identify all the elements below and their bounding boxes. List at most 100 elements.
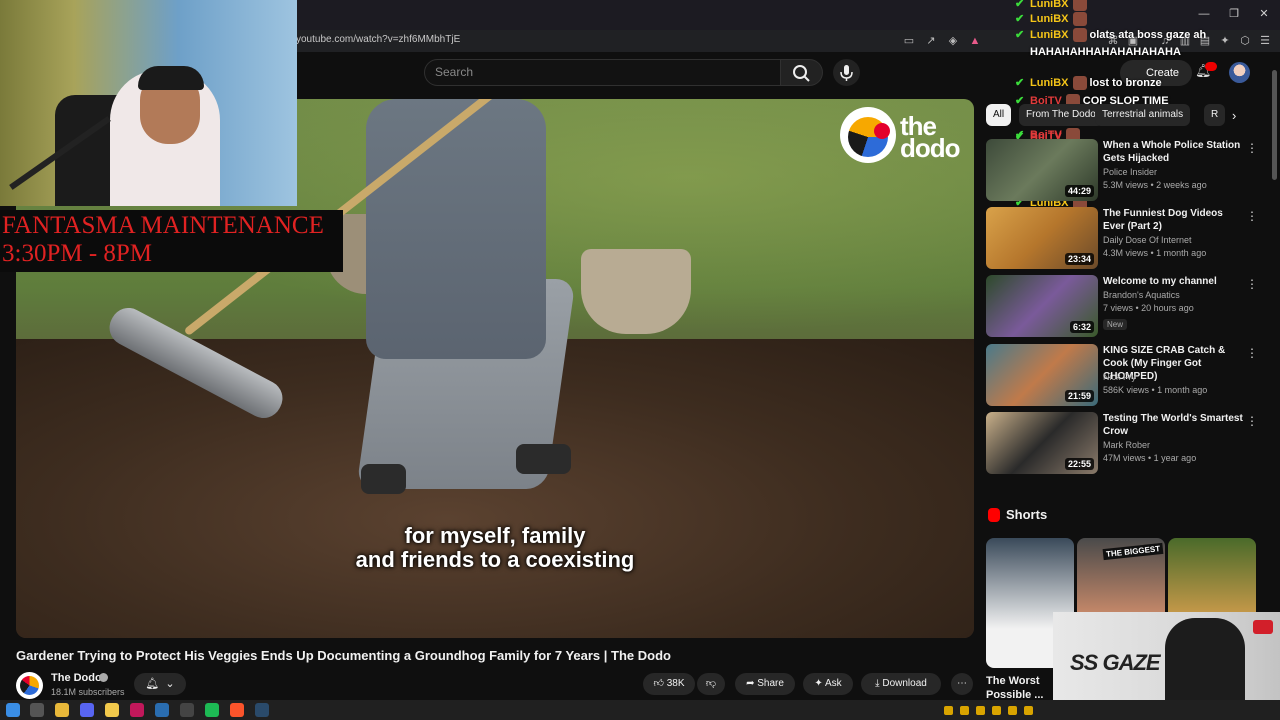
start-icon[interactable] [6, 703, 20, 717]
tray-icon[interactable] [1024, 706, 1033, 715]
search-icon [793, 65, 810, 82]
brave-icon[interactable] [230, 703, 244, 717]
recommendation-thumbnail[interactable]: 6:32 [986, 275, 1098, 337]
voice-search-button[interactable] [833, 59, 860, 86]
menu-icon[interactable]: ☰ [1258, 34, 1272, 48]
more-vertical-icon[interactable]: ⋮ [1246, 277, 1258, 291]
file-explorer-icon[interactable] [55, 703, 69, 717]
dodo-logo: the dodo [840, 107, 970, 165]
sidebar-scrollbar[interactable] [1272, 70, 1277, 180]
chat-emote-icon [1072, 0, 1087, 12]
video-title: Gardener Trying to Protect His Veggies E… [16, 648, 671, 663]
filter-chip[interactable]: All [986, 104, 1012, 126]
verified-icon [99, 673, 108, 682]
recommendation-meta: 5.3M views • 2 weeks ago [1103, 180, 1207, 190]
video-duration: 44:29 [1064, 185, 1094, 197]
recommendation-channel[interactable]: Police Insider [1103, 167, 1157, 177]
mic-icon [840, 65, 853, 81]
steam-icon[interactable] [255, 703, 269, 717]
recommendation-title[interactable]: The Funniest Dog Videos Ever (Part 2) [1103, 207, 1243, 233]
chat-text: HAHAHAHHAHAHAHAHAHA [1030, 46, 1181, 58]
caption-line-2: and friends to a coexisting [355, 547, 635, 572]
search-button[interactable] [781, 59, 823, 86]
obs-icon[interactable] [180, 703, 194, 717]
chat-message: ✔ LuniBX [1015, 11, 1087, 27]
video-duration: 22:55 [1064, 458, 1094, 470]
video-flower-pot [581, 249, 691, 334]
channel-name[interactable]: The Dodo [51, 672, 102, 684]
brave-rewards-icon[interactable]: ▲ [968, 34, 982, 48]
search-input[interactable]: Search [424, 59, 781, 86]
shield-icon[interactable]: ◈ [946, 34, 960, 48]
ask-button[interactable]: ✦ Ask [803, 673, 853, 695]
restore-icon[interactable]: ❐ [1224, 6, 1244, 22]
tray-icon[interactable] [976, 706, 985, 715]
bell-icon: 🔔︎ [145, 678, 160, 690]
recommendation-channel[interactable]: Nick Fry [1103, 372, 1136, 382]
recommendation-thumbnail[interactable]: 22:55 [986, 412, 1098, 474]
tray-icon[interactable] [944, 706, 953, 715]
more-vertical-icon[interactable]: ⋮ [1246, 414, 1258, 428]
tray-icon[interactable] [960, 706, 969, 715]
shorts-icon [988, 508, 1000, 522]
sidebar-filter-chips: All From The Dodo Terrestrial animals R [986, 104, 1251, 128]
recommendation-title[interactable]: When a Whole Police Station Gets Hijacke… [1103, 139, 1243, 165]
subscribed-notifications-button[interactable]: 🔔︎ ⌄ [134, 673, 186, 695]
tray-icon[interactable] [992, 706, 1001, 715]
recommendation-thumbnail[interactable]: 44:29 [986, 139, 1098, 201]
more-vertical-icon[interactable]: ⋮ [1246, 346, 1258, 360]
chat-username: LuniBX [1030, 13, 1069, 25]
share-button[interactable]: ➦ Share [735, 673, 795, 695]
recommendation-item[interactable]: 44:29 When a Whole Police Station Gets Hi… [986, 139, 1258, 201]
share-icon: ➦ [746, 678, 755, 689]
discord-icon[interactable] [80, 703, 94, 717]
short-title[interactable]: The Worst Possible ... [986, 674, 1056, 702]
recommendation-channel[interactable]: Mark Rober [1103, 440, 1150, 450]
chevron-right-icon[interactable]: › [1232, 108, 1236, 123]
dodo-logo-line2: dodo [900, 133, 961, 163]
recommendation-channel[interactable]: Daily Dose Of Internet [1103, 235, 1192, 245]
chat-badge-icon: ✔ [1015, 13, 1025, 25]
more-vertical-icon[interactable]: ⋮ [1246, 209, 1258, 223]
telegram-icon[interactable] [155, 703, 169, 717]
recommendation-channel[interactable]: Brandon's Aquatics [1103, 290, 1180, 300]
recommendation-thumbnail[interactable]: 21:59 [986, 344, 1098, 406]
chat-emote-icon [1072, 76, 1087, 91]
cast-icon[interactable]: ▭ [902, 34, 916, 48]
chrome-icon[interactable] [105, 703, 119, 717]
spotify-icon[interactable] [205, 703, 219, 717]
new-badge: New [1103, 319, 1128, 330]
more-vertical-icon[interactable]: ⋮ [1246, 141, 1258, 155]
search-taskbar-icon[interactable] [30, 703, 44, 717]
user-avatar[interactable] [1229, 62, 1250, 83]
dislike-button[interactable]: 👎︎ [697, 673, 725, 695]
filter-chip[interactable]: Terrestrial animals [1095, 104, 1191, 126]
recommendation-title[interactable]: Testing The World's Smartest Crow [1103, 412, 1243, 438]
recommendation-item[interactable]: 6:32 Welcome to my channel Brandon's Aquat… [986, 275, 1258, 337]
app-icon[interactable] [130, 703, 144, 717]
download-label: Download [882, 678, 927, 689]
chat-username: LuniBX [1030, 77, 1069, 89]
vpn-icon[interactable]: ⬡ [1238, 34, 1252, 48]
recommendation-item[interactable]: 21:59 KING SIZE CRAB Catch & Cook (My Fin… [986, 344, 1258, 406]
recommendation-title[interactable]: Welcome to my channel [1103, 275, 1243, 288]
channel-avatar[interactable] [16, 672, 43, 699]
url-text[interactable]: youtube.com/watch?v=zhf6MMbhTjE [296, 34, 460, 45]
more-actions-button[interactable]: ⋯ [951, 673, 973, 695]
recommendation-item[interactable]: 23:34 The Funniest Dog Videos Ever (Part … [986, 207, 1258, 269]
tray-icon[interactable] [1008, 706, 1017, 715]
sparkle-icon: ✦ [814, 678, 823, 689]
download-button[interactable]: ⤓ Download [861, 673, 941, 695]
filter-chip[interactable]: From The Dodo [1019, 104, 1103, 126]
short-overlay-text: THE BIGGEST [1102, 542, 1164, 561]
like-button[interactable]: 👍︎ 38K [643, 673, 695, 695]
leo-ai-icon[interactable]: ✦ [1218, 34, 1232, 48]
webcam-hair [138, 66, 204, 90]
recommendation-item[interactable]: 22:55 Testing The World's Smartest Crow Ma… [986, 412, 1258, 474]
recommendation-thumbnail[interactable]: 23:34 [986, 207, 1098, 269]
filter-chip[interactable]: R [1204, 104, 1226, 126]
close-icon[interactable]: ✕ [1254, 6, 1274, 22]
share-label: Share [757, 678, 784, 689]
video-boot [516, 444, 571, 474]
share-page-icon[interactable]: ↗ [924, 34, 938, 48]
